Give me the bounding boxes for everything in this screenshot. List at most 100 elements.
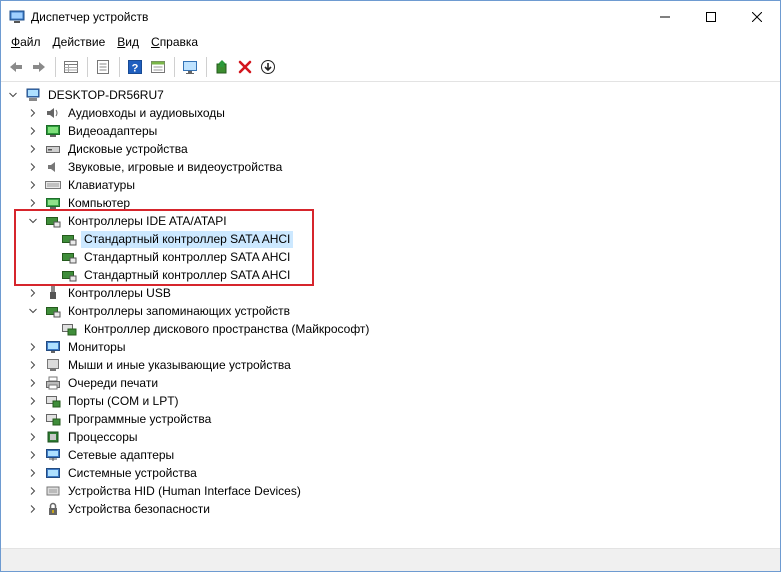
tree-root[interactable]: DESKTOP-DR56RU7 <box>6 86 167 104</box>
update-driver-icon <box>216 60 227 74</box>
chevron-right-icon[interactable] <box>26 284 40 302</box>
menu-help-accel: С <box>151 35 160 49</box>
menu-file[interactable]: Файл <box>5 32 47 53</box>
tree-category-display-adapters[interactable]: Видеоадаптеры <box>26 122 160 140</box>
tree-device-storage-spaces[interactable]: Контроллер дискового пространства (Майкр… <box>61 320 372 338</box>
storage-controller-icon <box>45 303 61 319</box>
chevron-right-icon[interactable] <box>26 158 40 176</box>
menu-action-label: ействие <box>60 35 106 49</box>
tree-category-label: Контроллеры USB <box>68 285 171 300</box>
forward-button[interactable] <box>28 56 50 78</box>
menu-file-accel: Ф <box>11 35 21 49</box>
download-icon <box>261 60 275 74</box>
status-bar <box>1 548 780 571</box>
device-tree: DESKTOP-DR56RU7 Аудиовходы и аудиовыходы… <box>1 82 780 549</box>
tree-category-label: Дисковые устройства <box>68 141 188 156</box>
close-button[interactable] <box>734 1 780 32</box>
chevron-down-icon[interactable] <box>26 302 40 320</box>
scan-hardware-button[interactable] <box>179 56 201 78</box>
update-driver-button[interactable] <box>211 56 233 78</box>
minimize-icon <box>660 16 670 17</box>
chevron-right-icon[interactable] <box>26 374 40 392</box>
chevron-down-icon[interactable] <box>6 86 20 104</box>
chevron-right-icon[interactable] <box>26 482 40 500</box>
properties-grid-icon <box>64 61 78 73</box>
tree-device-label: Стандартный контроллер SATA AHCI <box>84 249 291 264</box>
device-manager-app-icon <box>9 9 25 25</box>
back-button[interactable] <box>5 56 27 78</box>
chevron-right-icon[interactable] <box>26 446 40 464</box>
menu-view-label: ид <box>125 35 140 49</box>
tree-category-sound-video[interactable]: Звуковые, игровые и видеоустройства <box>26 158 285 176</box>
tree-category-label: Программные устройства <box>68 411 212 426</box>
uninstall-button[interactable] <box>234 56 256 78</box>
storage-controller-icon <box>61 231 77 247</box>
chevron-right-icon[interactable] <box>26 176 40 194</box>
download-button[interactable] <box>257 56 279 78</box>
tree-category-hid[interactable]: Устройства HID (Human Interface Devices) <box>26 482 304 500</box>
tree-category-monitors[interactable]: Мониторы <box>26 338 128 356</box>
speaker-icon <box>45 105 61 121</box>
menu-help[interactable]: Справка <box>145 32 204 53</box>
tree-device-label: Стандартный контроллер SATA AHCI <box>84 267 291 282</box>
tree-category-label: Контроллеры IDE ATA/ATAPI <box>68 213 227 228</box>
tree-category-security-devices[interactable]: Устройства безопасности <box>26 500 213 518</box>
storage-controller-icon <box>45 213 61 229</box>
menu-file-label: айл <box>20 35 41 49</box>
security-device-icon <box>45 501 61 517</box>
properties-button[interactable] <box>60 56 82 78</box>
view-button[interactable] <box>147 56 169 78</box>
chevron-right-icon[interactable] <box>26 464 40 482</box>
tree-device-label: Контроллер дискового пространства (Майкр… <box>84 321 370 336</box>
computer-icon <box>25 87 41 103</box>
tree-category-print-queues[interactable]: Очереди печати <box>26 374 161 392</box>
tree-category-storage-controllers[interactable]: Контроллеры запоминающих устройств <box>26 302 293 320</box>
menu-action[interactable]: Действие <box>47 32 112 53</box>
tree-device-sata-ahci[interactable]: Стандартный контроллер SATA AHCI <box>61 266 293 284</box>
maximize-button[interactable] <box>688 1 734 32</box>
chevron-right-icon[interactable] <box>26 122 40 140</box>
chevron-right-icon[interactable] <box>26 104 40 122</box>
tree-category-mice[interactable]: Мыши и иные указывающие устройства <box>26 356 294 374</box>
tree-category-label: Звуковые, игровые и видеоустройства <box>68 159 283 174</box>
tree-category-label: Устройства HID (Human Interface Devices) <box>68 483 301 498</box>
tree-category-ide-ata[interactable]: Контроллеры IDE ATA/ATAPI <box>26 212 230 230</box>
tree-category-system-devices[interactable]: Системные устройства <box>26 464 200 482</box>
tree-device-sata-ahci[interactable]: Стандартный контроллер SATA AHCI <box>61 230 294 248</box>
tree-category-usb[interactable]: Контроллеры USB <box>26 284 174 302</box>
mouse-icon <box>45 357 61 373</box>
tree-device-sata-ahci[interactable]: Стандартный контроллер SATA AHCI <box>61 248 293 266</box>
close-icon <box>752 11 762 22</box>
chevron-right-icon[interactable] <box>26 428 40 446</box>
tree-category-network-adapters[interactable]: Сетевые адаптеры <box>26 446 177 464</box>
tree-category-audio-io[interactable]: Аудиовходы и аудиовыходы <box>26 104 228 122</box>
chevron-right-icon[interactable] <box>26 410 40 428</box>
chevron-right-icon[interactable] <box>26 392 40 410</box>
tree-category-label: Аудиовходы и аудиовыходы <box>68 105 225 120</box>
tree-category-label: Процессоры <box>68 429 138 444</box>
chevron-right-icon[interactable] <box>26 140 40 158</box>
tree-category-label: Компьютер <box>68 195 131 210</box>
tree-category-label: Видеоадаптеры <box>68 123 158 138</box>
tree-category-label: Мониторы <box>68 339 126 354</box>
driver-details-button[interactable] <box>92 56 114 78</box>
tree-category-software-devices[interactable]: Программные устройства <box>26 410 214 428</box>
driver-details-icon <box>97 60 109 74</box>
chevron-right-icon[interactable] <box>26 338 40 356</box>
tree-category-disk-drives[interactable]: Дисковые устройства <box>26 140 191 158</box>
chevron-right-icon[interactable] <box>26 500 40 518</box>
chevron-right-icon[interactable] <box>26 356 40 374</box>
menu-view[interactable]: Вид <box>111 32 145 53</box>
tree-category-processors[interactable]: Процессоры <box>26 428 141 446</box>
toolbar-separator <box>119 57 120 77</box>
chevron-right-icon[interactable] <box>26 194 40 212</box>
tree-category-keyboards[interactable]: Клавиатуры <box>26 176 138 194</box>
disk-drive-icon <box>45 141 61 157</box>
tree-category-ports[interactable]: Порты (COM и LPT) <box>26 392 182 410</box>
sound-device-icon <box>45 159 61 175</box>
chevron-down-icon[interactable] <box>26 212 40 230</box>
minimize-button[interactable] <box>642 1 688 32</box>
hid-icon <box>45 483 61 499</box>
tree-category-computer[interactable]: Компьютер <box>26 194 133 212</box>
help-button[interactable]: ? <box>124 56 146 78</box>
